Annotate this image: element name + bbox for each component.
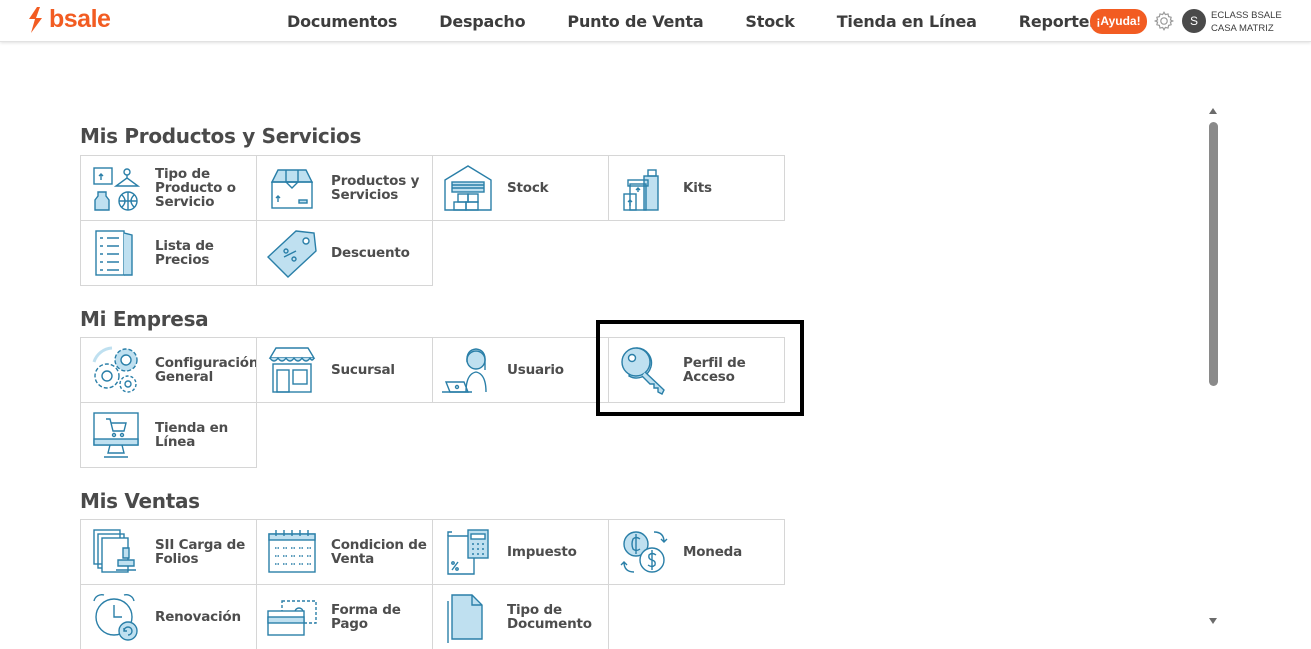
tile-label: Impuesto <box>507 544 577 560</box>
stamp-icon <box>89 525 143 579</box>
tile-label: Forma de Pago <box>331 602 401 632</box>
user-laptop-icon <box>441 343 495 397</box>
tile-sucursal[interactable]: Sucursal <box>256 337 433 403</box>
nav-punto-de-venta[interactable]: Punto de Venta <box>567 12 703 31</box>
nav-reportes[interactable]: Reportes <box>1019 12 1099 31</box>
help-button[interactable]: ¡Ayuda! <box>1090 9 1147 34</box>
tile-configuracion-general[interactable]: Configuración General <box>80 337 259 403</box>
nav-documentos[interactable]: Documentos <box>287 12 397 31</box>
tile-lista-precios[interactable]: Lista de Precios <box>80 220 257 286</box>
tile-condicion-venta[interactable]: Condicion de Venta <box>256 519 433 585</box>
section-title-productos: Mis Productos y Servicios <box>80 124 362 148</box>
main-nav: Documentos Despacho Punto de Venta Stock… <box>266 0 1120 42</box>
tile-label: Productos y Servicios <box>331 173 420 203</box>
calendar-icon <box>265 525 319 579</box>
tax-calculator-icon <box>441 525 495 579</box>
kits-icon <box>617 161 671 215</box>
box-icon <box>265 161 319 215</box>
tile-renovacion[interactable]: Renovación <box>80 584 257 649</box>
alarm-clock-icon <box>89 590 143 644</box>
tile-label: Tienda en Línea <box>155 420 229 450</box>
document-type-icon <box>441 590 495 644</box>
company-name: ECLASS BSALE <box>1211 10 1282 21</box>
tile-usuario[interactable]: Usuario <box>432 337 609 403</box>
tile-label: Usuario <box>507 362 564 378</box>
key-icon <box>617 343 671 397</box>
tile-label: Tipo de Producto o Servicio <box>155 166 236 210</box>
tile-impuesto[interactable]: Impuesto <box>432 519 609 585</box>
tile-label: Lista de Precios <box>155 238 214 268</box>
tile-label: Descuento <box>331 245 410 261</box>
tile-label: Perfil de Acceso <box>683 355 746 385</box>
scrollbar-thumb[interactable] <box>1209 122 1218 386</box>
discount-tag-icon <box>265 226 319 280</box>
tile-productos-servicios[interactable]: Productos y Servicios <box>256 155 433 221</box>
tile-label: Condicion de Venta <box>331 537 427 567</box>
tile-descuento[interactable]: Descuento <box>256 220 433 286</box>
scroll-down-arrow[interactable] <box>1209 618 1217 624</box>
tile-label: Configuración General <box>155 355 259 385</box>
bsale-logo[interactable]: bsale <box>26 4 111 34</box>
currency-exchange-icon <box>617 525 671 579</box>
tile-label: SII Carga de Folios <box>155 537 246 567</box>
tile-perfil-acceso[interactable]: Perfil de Acceso <box>608 337 785 403</box>
tile-sii-carga-folios[interactable]: SII Carga de Folios <box>80 519 257 585</box>
tile-label: Moneda <box>683 544 743 560</box>
account-info[interactable]: ECLASS BSALE CASA MATRIZ <box>1211 9 1282 35</box>
bsale-logo-icon <box>29 7 42 33</box>
nav-despacho[interactable]: Despacho <box>439 12 525 31</box>
tile-forma-pago[interactable]: Forma de Pago <box>256 584 433 649</box>
monitor-cart-icon <box>89 408 143 462</box>
section-title-empresa: Mi Empresa <box>80 307 209 331</box>
nav-stock[interactable]: Stock <box>745 12 794 31</box>
tile-tipo-producto[interactable]: Tipo de Producto o Servicio <box>80 155 257 221</box>
nav-tienda-en-linea[interactable]: Tienda en Línea <box>837 12 977 31</box>
settings-gear-icon[interactable] <box>1153 10 1175 32</box>
tile-tipo-documento[interactable]: Tipo de Documento <box>432 584 609 649</box>
gears-icon <box>89 343 143 397</box>
product-type-icon <box>89 161 143 215</box>
avatar[interactable]: S <box>1182 9 1206 33</box>
tile-label: Tipo de Documento <box>507 602 592 632</box>
tile-label: Stock <box>507 180 549 196</box>
section-title-ventas: Mis Ventas <box>80 489 200 513</box>
tile-label: Renovación <box>155 609 241 625</box>
tile-label: Sucursal <box>331 362 395 378</box>
tile-label: Kits <box>683 180 712 196</box>
tile-kits[interactable]: Kits <box>608 155 785 221</box>
payment-cards-icon <box>265 590 319 644</box>
tile-tienda-en-linea[interactable]: Tienda en Línea <box>80 402 257 468</box>
store-icon <box>265 343 319 397</box>
tile-stock[interactable]: Stock <box>432 155 609 221</box>
brand-name: bsale <box>49 4 111 33</box>
price-list-icon <box>89 226 143 280</box>
warehouse-icon <box>441 161 495 215</box>
branch-name: CASA MATRIZ <box>1211 23 1274 34</box>
tile-moneda[interactable]: Moneda <box>608 519 785 585</box>
scroll-up-arrow[interactable] <box>1209 108 1217 114</box>
top-bar: bsale Documentos Despacho Punto de Venta… <box>0 0 1311 42</box>
